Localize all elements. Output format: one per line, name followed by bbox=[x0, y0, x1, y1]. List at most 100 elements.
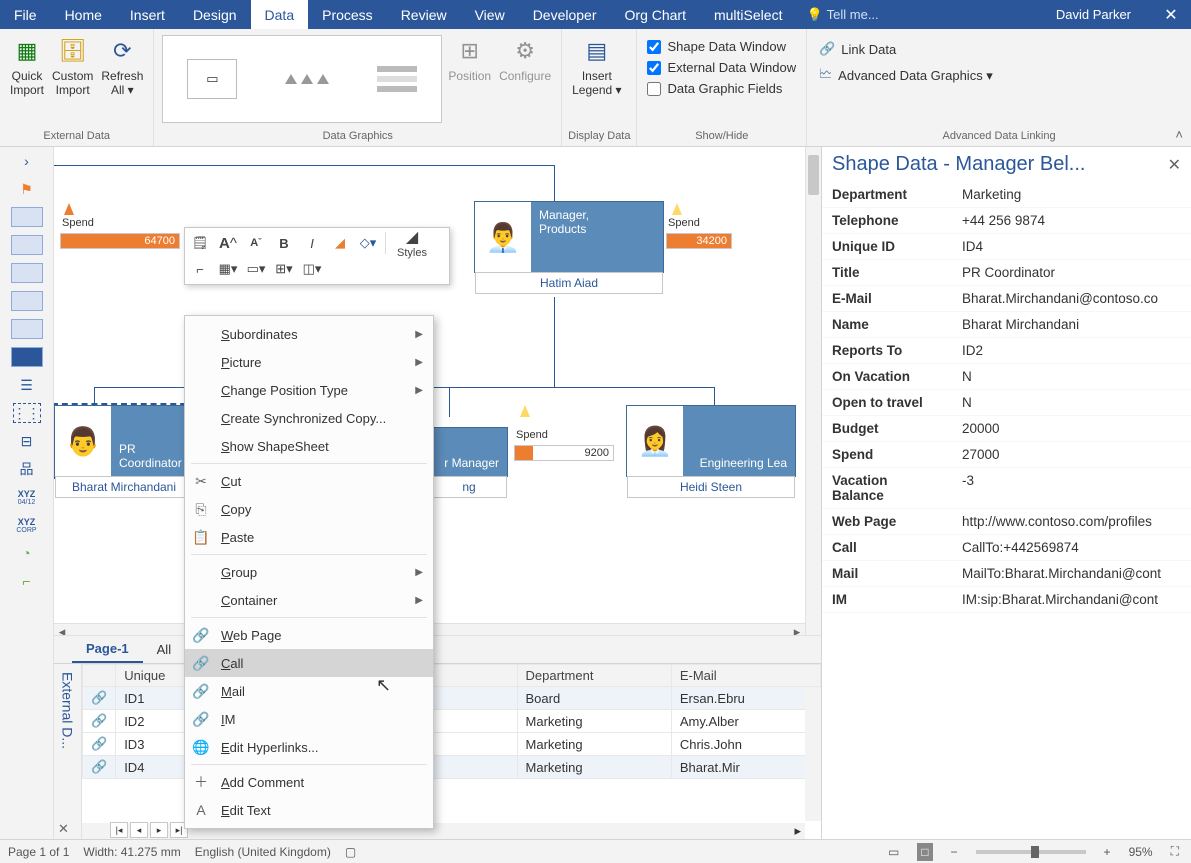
ctx-copy[interactable]: ⎘Copy bbox=[185, 495, 433, 523]
rail-org-icon[interactable]: 品 bbox=[15, 459, 39, 479]
presentation-mode-icon[interactable]: ▭ bbox=[884, 845, 903, 859]
shape-data-row[interactable]: DepartmentMarketing bbox=[822, 182, 1191, 208]
connector-icon[interactable]: ⌐ bbox=[189, 258, 211, 280]
close-icon[interactable]: ✕ bbox=[1168, 155, 1181, 175]
italic-icon[interactable]: I bbox=[301, 232, 323, 254]
nav-first-icon[interactable]: |◂ bbox=[110, 822, 128, 838]
zoom-slider[interactable] bbox=[976, 850, 1086, 854]
ribbon-collapse-icon[interactable]: ˄ bbox=[1175, 127, 1183, 142]
tab-home[interactable]: Home bbox=[51, 0, 116, 29]
checkbox[interactable] bbox=[647, 61, 661, 75]
bold-icon[interactable]: B bbox=[273, 232, 295, 254]
data-graphics-gallery[interactable]: ▭ bbox=[162, 35, 442, 123]
ctx-group[interactable]: Group▶ bbox=[185, 558, 433, 586]
rail-shape-5[interactable] bbox=[11, 319, 43, 339]
org-shape-manager-fragment[interactable]: r Manager ng bbox=[430, 427, 508, 477]
ctx-container[interactable]: Container▶ bbox=[185, 586, 433, 614]
rail-shape-4[interactable] bbox=[11, 291, 43, 311]
col-link[interactable] bbox=[83, 665, 116, 687]
rail-xyz-corp-icon[interactable]: XYZCORP bbox=[15, 515, 39, 535]
page-tab-all[interactable]: All bbox=[143, 636, 185, 663]
shape-data-row[interactable]: Spend27000 bbox=[822, 442, 1191, 468]
page-tab-1[interactable]: Page-1 bbox=[72, 636, 143, 663]
ctx-add-comment[interactable]: ＋Add Comment bbox=[185, 768, 433, 796]
checkbox[interactable] bbox=[647, 82, 661, 96]
styles-button[interactable]: ◢Styles bbox=[392, 232, 432, 254]
shape-data-row[interactable]: MailMailTo:Bharat.Mirchandani@cont bbox=[822, 561, 1191, 587]
shape-data-row[interactable]: Unique IDID4 bbox=[822, 234, 1191, 260]
zoom-level[interactable]: 95% bbox=[1129, 845, 1153, 859]
rail-pie-icon[interactable]: ◔ bbox=[15, 543, 39, 563]
tab-design[interactable]: Design bbox=[179, 0, 251, 29]
tab-view[interactable]: View bbox=[461, 0, 519, 29]
external-data-window-check[interactable]: External Data Window bbox=[643, 58, 800, 77]
rail-hierarchy-icon[interactable]: ⊟ bbox=[15, 431, 39, 451]
link-data-button[interactable]: 🔗Link Data bbox=[813, 39, 902, 59]
font-shrink-icon[interactable]: Aˇ bbox=[245, 232, 267, 254]
shape-data-window-check[interactable]: Shape Data Window bbox=[643, 37, 790, 56]
tell-me[interactable]: 💡 Tell me... bbox=[796, 0, 888, 29]
ctx-create-synchronized-copy-[interactable]: Create Synchronized Copy... bbox=[185, 404, 433, 432]
ctx-im[interactable]: 🔗IM bbox=[185, 705, 433, 733]
shape-data-row[interactable]: Web Pagehttp://www.contoso.com/profiles bbox=[822, 509, 1191, 535]
rail-shape-3[interactable] bbox=[11, 263, 43, 283]
shape-data-row[interactable]: CallCallTo:+442569874 bbox=[822, 535, 1191, 561]
macro-record-icon[interactable]: ▢ bbox=[345, 845, 356, 859]
ctx-edit-text[interactable]: AEdit Text bbox=[185, 796, 433, 824]
shape-data-row[interactable]: Reports ToID2 bbox=[822, 338, 1191, 364]
tab-file[interactable]: File bbox=[0, 0, 51, 29]
panel-close-icon[interactable]: ✕ bbox=[58, 821, 69, 837]
user-name[interactable]: David Parker bbox=[1036, 0, 1151, 29]
rail-shape-6[interactable] bbox=[11, 347, 43, 367]
refresh-all-button[interactable]: ⟳Refresh All ▾ bbox=[97, 33, 147, 99]
insert-legend-button[interactable]: ▤Insert Legend ▾ bbox=[568, 33, 625, 99]
shape-data-row[interactable]: TitlePR Coordinator bbox=[822, 260, 1191, 286]
layer-icon[interactable]: ◫▾ bbox=[301, 258, 323, 280]
zoom-out-icon[interactable]: − bbox=[947, 845, 962, 859]
advanced-data-graphics-button[interactable]: 🗠Advanced Data Graphics ▾ bbox=[813, 63, 999, 89]
org-shape-engineering-lead[interactable]: 👩‍💼 Engineering Lea Heidi Steen bbox=[626, 405, 796, 477]
shape-data-row[interactable]: NameBharat Mirchandani bbox=[822, 312, 1191, 338]
tab-orgchart[interactable]: Org Chart bbox=[611, 0, 700, 29]
arrange-icon[interactable]: ▭▾ bbox=[245, 258, 267, 280]
tab-review[interactable]: Review bbox=[387, 0, 461, 29]
grid-vscroll[interactable] bbox=[805, 688, 821, 821]
status-language[interactable]: English (United Kingdom) bbox=[195, 845, 331, 859]
fit-window-icon[interactable]: ⛶ bbox=[1167, 844, 1183, 859]
tab-multiselect[interactable]: multiSelect bbox=[700, 0, 796, 29]
checkbox[interactable] bbox=[647, 40, 661, 54]
rail-chart-icon[interactable]: ⌐ bbox=[15, 571, 39, 591]
data-graphic-fields-check[interactable]: Data Graphic Fields bbox=[643, 79, 786, 98]
shape-data-row[interactable]: Open to travelN bbox=[822, 390, 1191, 416]
nav-next-icon[interactable]: ▸ bbox=[150, 822, 168, 838]
expand-shapes-icon[interactable]: › bbox=[15, 151, 39, 171]
configure-button[interactable]: ⚙Configure bbox=[495, 33, 555, 85]
quick-import-button[interactable]: ▦Quick Import bbox=[6, 33, 48, 99]
org-shape-root[interactable]: 👨‍💼 Manager, Products Hatim Aiad bbox=[474, 201, 664, 273]
tab-data[interactable]: Data bbox=[251, 0, 309, 29]
ctx-subordinates[interactable]: Subordinates▶ bbox=[185, 320, 433, 348]
org-shape-pr-coordinator[interactable]: 👨 PR Coordinator Bharat Mirchandani bbox=[54, 405, 194, 477]
ctx-web-page[interactable]: 🔗Web Page bbox=[185, 621, 433, 649]
ctx-picture[interactable]: Picture▶ bbox=[185, 348, 433, 376]
shape-data-row[interactable]: Vacation Balance-3 bbox=[822, 468, 1191, 509]
shape-data-row[interactable]: On VacationN bbox=[822, 364, 1191, 390]
col-email[interactable]: E-Mail bbox=[671, 665, 820, 687]
textbox-icon[interactable]: 🗒 bbox=[189, 232, 211, 254]
ctx-change-position-type[interactable]: Change Position Type▶ bbox=[185, 376, 433, 404]
shape-data-row[interactable]: Budget20000 bbox=[822, 416, 1191, 442]
rail-tree-icon[interactable]: ☰ bbox=[15, 375, 39, 395]
shape-data-row[interactable]: E-MailBharat.Mirchandani@contoso.co bbox=[822, 286, 1191, 312]
ctx-show-shapesheet[interactable]: Show ShapeSheet bbox=[185, 432, 433, 460]
fill-icon[interactable]: ◇▾ bbox=[357, 232, 379, 254]
font-grow-icon[interactable]: A^ bbox=[217, 232, 239, 254]
custom-import-button[interactable]: 🗄Custom Import bbox=[48, 33, 97, 99]
external-data-label[interactable]: External D... bbox=[54, 664, 82, 839]
tab-developer[interactable]: Developer bbox=[519, 0, 611, 29]
shape-data-row[interactable]: Telephone+44 256 9874 bbox=[822, 208, 1191, 234]
rail-xyz-icon[interactable]: XYZ04/12 bbox=[15, 487, 39, 507]
shape-data-row[interactable]: IMIM:sip:Bharat.Mirchandani@cont bbox=[822, 587, 1191, 613]
col-department[interactable]: Department bbox=[517, 665, 671, 687]
nav-prev-icon[interactable]: ◂ bbox=[130, 822, 148, 838]
fit-page-icon[interactable]: □ bbox=[917, 843, 932, 861]
